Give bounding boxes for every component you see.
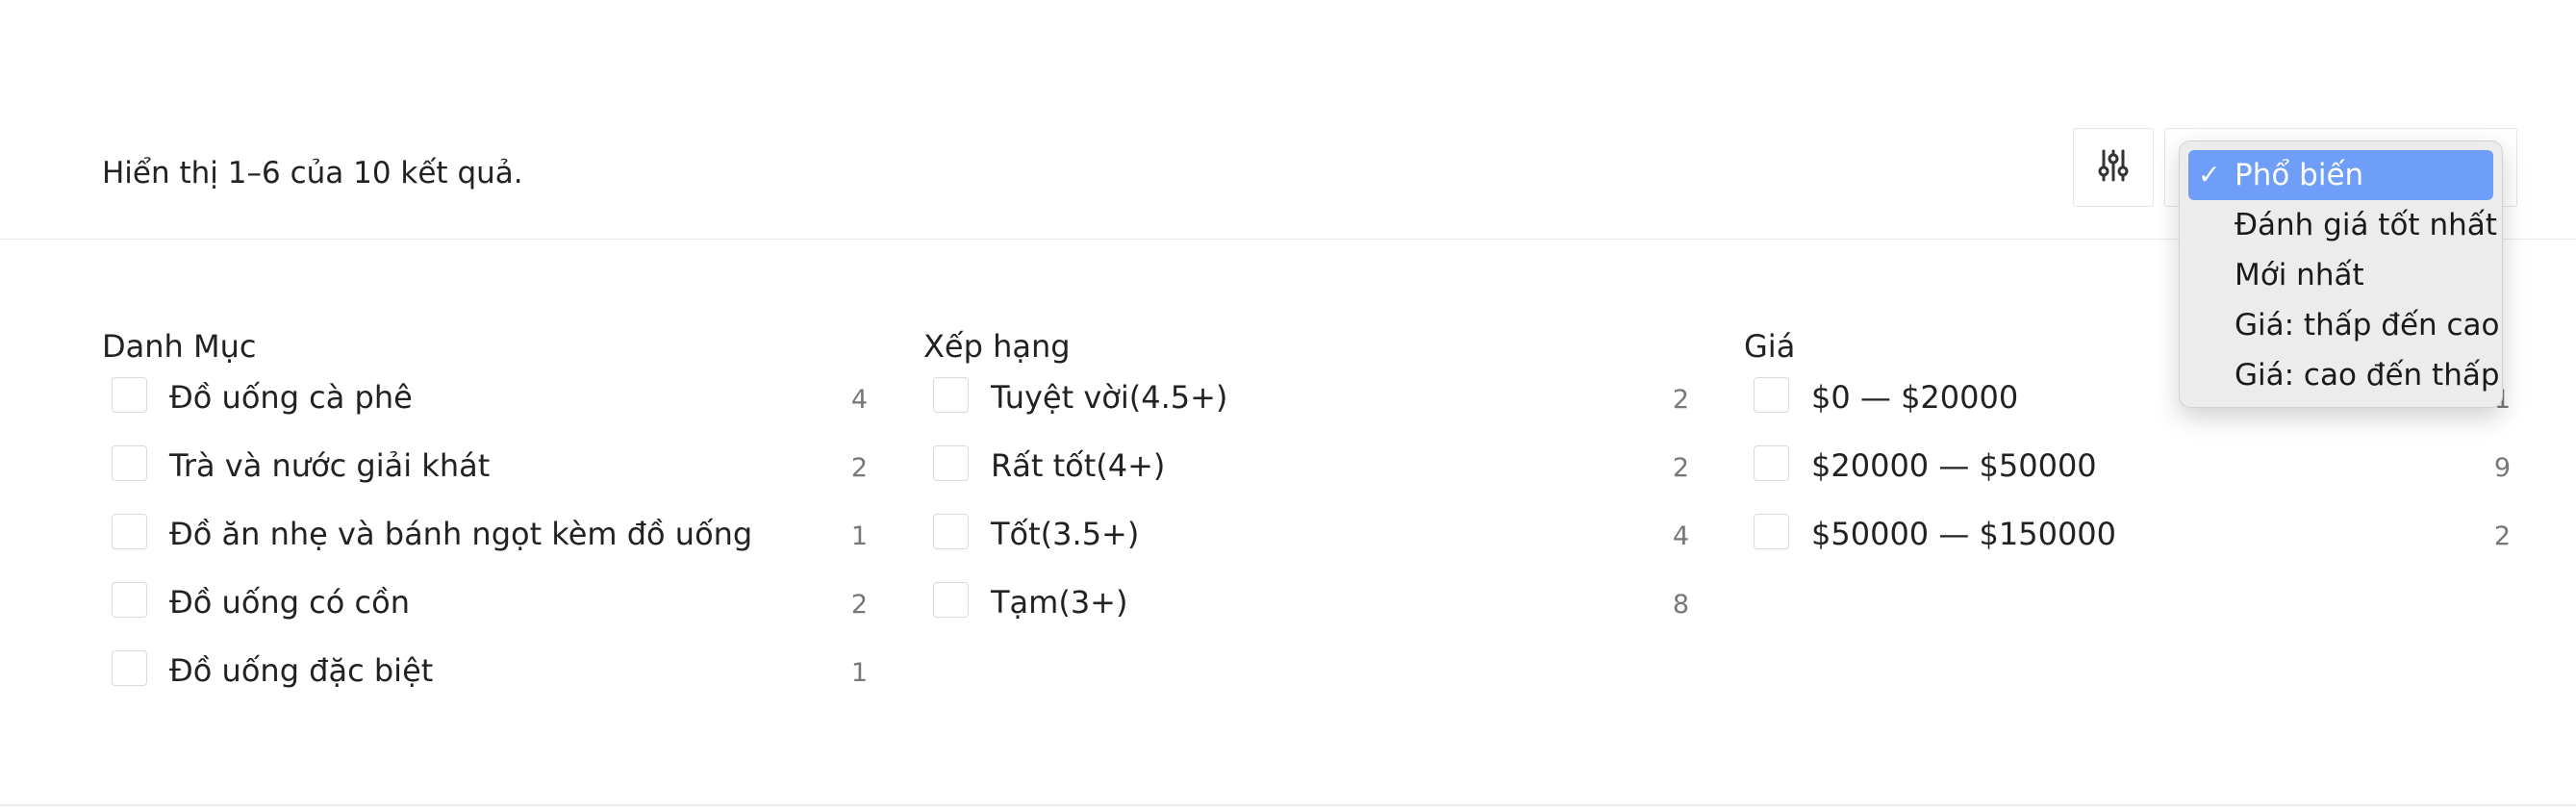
- filter-toggle-button[interactable]: [2073, 128, 2154, 207]
- result-count: Hiển thị 1–6 của 10 kết quả.: [102, 156, 523, 190]
- section-divider: [0, 804, 2576, 806]
- filter-checkbox[interactable]: [933, 377, 969, 413]
- sort-option-label: Giá: thấp đến cao: [2235, 308, 2500, 343]
- filter-option-count: 2: [2493, 521, 2511, 551]
- filter-option-label: $20000 — $50000: [1811, 447, 2097, 484]
- sort-dropdown-menu: ✓ Phổ biến Đánh giá tốt nhất Mới nhất Gi…: [2179, 140, 2503, 408]
- filter-option[interactable]: Đồ uống đặc biệt 1: [102, 650, 868, 719]
- sort-option-label: Mới nhất: [2235, 258, 2364, 292]
- filter-option-count: 2: [850, 453, 868, 483]
- sort-option-label: Giá: cao đến thấp: [2235, 358, 2500, 393]
- filter-group-title: Xếp hạng: [923, 328, 1071, 365]
- filter-option-count: 1: [850, 658, 868, 688]
- filter-checkbox[interactable]: [933, 514, 969, 549]
- filter-checkbox[interactable]: [933, 445, 969, 481]
- filter-option-count: 9: [2493, 453, 2511, 483]
- filter-checkbox[interactable]: [112, 582, 147, 618]
- filter-checkbox[interactable]: [1754, 514, 1789, 549]
- filter-checkbox[interactable]: [112, 445, 147, 481]
- checkmark-icon: ✓: [2198, 159, 2221, 190]
- filter-option-label: Rất tốt(4+): [991, 447, 1166, 484]
- filter-option-count: 1: [850, 521, 868, 551]
- filter-option[interactable]: Tuyệt vời(4.5+) 2: [923, 377, 1689, 445]
- filter-option[interactable]: Tốt(3.5+) 4: [923, 514, 1689, 582]
- filter-checkbox[interactable]: [112, 650, 147, 686]
- filter-option-label: Tuyệt vời(4.5+): [991, 379, 1228, 416]
- filter-group-rating: Xếp hạng Tuyệt vời(4.5+) 2 Rất tốt(4+) 2…: [923, 327, 1689, 650]
- filter-option[interactable]: Rất tốt(4+) 2: [923, 445, 1689, 514]
- filter-option-count: 2: [850, 590, 868, 620]
- filter-option-label: Đồ uống cà phê: [169, 379, 413, 416]
- sort-option-label: Đánh giá tốt nhất: [2235, 208, 2497, 242]
- filter-checkbox[interactable]: [112, 514, 147, 549]
- filter-option-label: Tốt(3.5+): [991, 516, 1140, 552]
- filter-checkbox[interactable]: [112, 377, 147, 413]
- filter-option-label: $0 — $20000: [1811, 379, 2019, 416]
- filter-option[interactable]: $20000 — $50000 9: [1744, 445, 2511, 514]
- sort-option-newest[interactable]: Mới nhất: [2188, 250, 2493, 300]
- filter-option[interactable]: Tạm(3+) 8: [923, 582, 1689, 650]
- filter-group-category: Danh Mục Đồ uống cà phê 4 Trà và nước gi…: [102, 327, 868, 719]
- filter-checkbox[interactable]: [933, 582, 969, 618]
- filter-option-count: 2: [1672, 385, 1689, 415]
- filter-option-label: Đồ uống đặc biệt: [169, 652, 434, 689]
- filter-option-count: 2: [1672, 453, 1689, 483]
- filter-option[interactable]: Trà và nước giải khát 2: [102, 445, 868, 514]
- filter-option-label: Trà và nước giải khát: [169, 447, 491, 484]
- filter-group-title: Danh Mục: [102, 328, 257, 365]
- filter-option-label: Đồ uống có cồn: [169, 584, 410, 621]
- filter-option[interactable]: $50000 — $150000 2: [1744, 514, 2511, 582]
- sort-option-popular[interactable]: ✓ Phổ biến: [2188, 150, 2493, 200]
- filter-option-count: 4: [1672, 521, 1689, 551]
- sort-option-price-asc[interactable]: Giá: thấp đến cao: [2188, 300, 2500, 350]
- filter-option[interactable]: Đồ uống có cồn 2: [102, 582, 868, 650]
- filter-checkbox[interactable]: [1754, 445, 1789, 481]
- sliders-icon: [2098, 148, 2129, 187]
- filter-option[interactable]: Đồ uống cà phê 4: [102, 377, 868, 445]
- sort-option-price-desc[interactable]: Giá: cao đến thấp: [2188, 350, 2500, 400]
- filter-option[interactable]: Đồ ăn nhẹ và bánh ngọt kèm đồ uống 1: [102, 514, 868, 582]
- filter-option-label: Tạm(3+): [991, 584, 1128, 621]
- filter-option-count: 8: [1672, 590, 1689, 620]
- filter-checkbox[interactable]: [1754, 377, 1789, 413]
- filter-option-count: 4: [850, 385, 868, 415]
- sort-option-top-rated[interactable]: Đánh giá tốt nhất: [2188, 200, 2497, 250]
- filter-option-label: Đồ ăn nhẹ và bánh ngọt kèm đồ uống: [169, 516, 753, 552]
- filter-option-label: $50000 — $150000: [1811, 516, 2117, 552]
- sort-option-label: Phổ biến: [2235, 158, 2364, 192]
